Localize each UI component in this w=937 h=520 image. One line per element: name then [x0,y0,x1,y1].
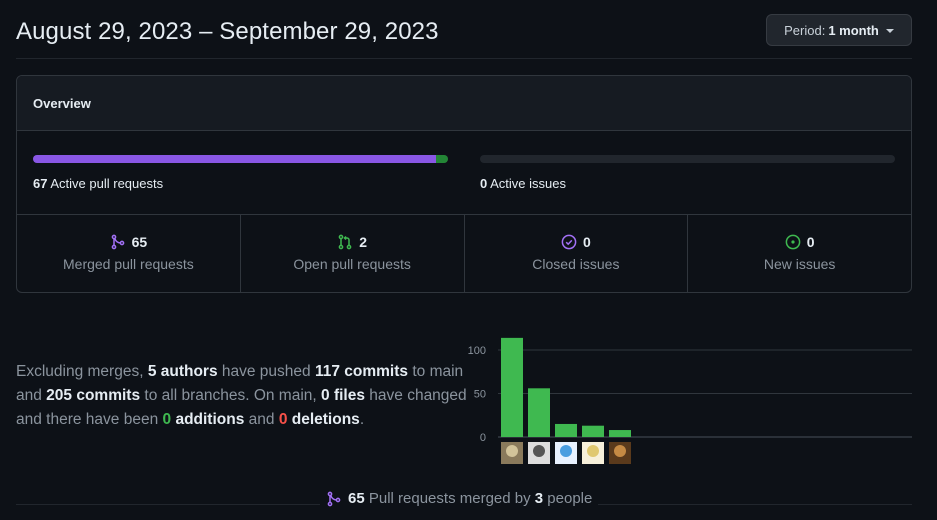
additions-label: additions [171,411,245,428]
deletions-label: deletions [287,411,360,428]
commits-main-count[interactable]: 117 commits [315,363,408,380]
overview-header: Overview [17,76,911,131]
commit-bar[interactable] [582,425,604,437]
summary-text: Excluding merges, [16,363,148,380]
merged-pull-requests-summary: 65 Pull requests merged by 3 people [320,490,599,507]
merged-segment [33,155,436,163]
merged-text: Pull requests merged by [364,490,535,507]
commit-bar[interactable] [528,388,550,437]
stat-merged-pull-requests[interactable]: 65 Merged pull requests [17,215,241,292]
active-pull-requests-count: 67 [33,176,48,191]
stat-open-pull-requests[interactable]: 2 Open pull requests [241,215,465,292]
contributor-avatar[interactable] [501,442,523,464]
open-segment [435,155,448,163]
caret-down-icon [885,29,894,33]
summary-text: . [359,411,365,428]
date-range-title: August 29, 2023 – September 29, 2023 [16,18,439,45]
active-pull-requests-label[interactable]: 67 Active pull requests [33,176,163,191]
period-value: 1 month [828,22,879,38]
active-issues-count: 0 [480,176,488,191]
stat-value: 2 [359,234,368,250]
contributor-avatar[interactable] [528,442,550,464]
active-issues-label[interactable]: 0 Active issues [480,176,566,191]
y-tick-label: 100 [468,345,486,357]
contributor-avatar[interactable] [582,442,604,464]
title-divider [16,58,912,59]
stat-closed-issues[interactable]: 0 Closed issues [465,215,689,292]
stat-new-issues[interactable]: 0 New issues [688,215,911,292]
active-issues-text: Active issues [490,176,567,191]
commits-all-count[interactable]: 205 commits [46,387,140,404]
additions-count: 0 [162,411,172,428]
summary-text: and [244,411,279,428]
overview-panel: Overview 67 Active pull requests 0 Activ… [16,75,912,293]
stat-value: 0 [806,234,815,250]
merged-count: 65 [348,490,365,507]
y-tick-label: 50 [474,389,486,401]
git-merge-icon [327,491,341,506]
y-tick-label: 0 [480,432,486,444]
stat-value: 0 [582,234,591,250]
summary-text: have pushed [217,363,315,380]
period-prefix: Period: [784,22,826,38]
people-count: 3 [534,490,544,507]
commit-bar[interactable] [555,423,577,437]
issue-opened-icon [785,234,801,250]
overview-progress: 67 Active pull requests 0 Active issues [17,131,911,215]
contributor-avatar[interactable] [609,442,631,464]
issues-progress-bar[interactable] [480,155,895,163]
stat-label: Merged pull requests [63,256,194,272]
git-pull-request-icon [338,234,352,250]
issue-closed-icon [561,234,577,250]
commit-bar[interactable] [609,430,631,437]
stat-value: 65 [131,234,148,250]
stat-label: Closed issues [532,256,620,272]
commit-summary: Excluding merges, 5 authors have pushed … [16,360,468,432]
commit-bar[interactable] [501,337,523,437]
files-count[interactable]: 0 files [321,387,365,404]
pull-requests-progress-bar[interactable] [33,155,448,163]
contributors-commit-chart: 100 50 0 [468,337,912,464]
authors-count[interactable]: 5 authors [148,363,218,380]
active-pull-requests-text: Active pull requests [50,176,164,191]
period-dropdown-button[interactable]: Period: 1 month [766,14,912,46]
summary-text: to all branches. On main, [140,387,322,404]
overview-stats: 65 Merged pull requests 2 Open pull requ… [17,215,911,292]
stat-label: New issues [763,256,836,272]
stat-label: Open pull requests [293,256,411,272]
git-merge-icon [111,234,124,250]
merged-text: people [543,490,593,507]
contributor-avatar[interactable] [555,442,577,464]
overview-title: Overview [33,95,91,111]
